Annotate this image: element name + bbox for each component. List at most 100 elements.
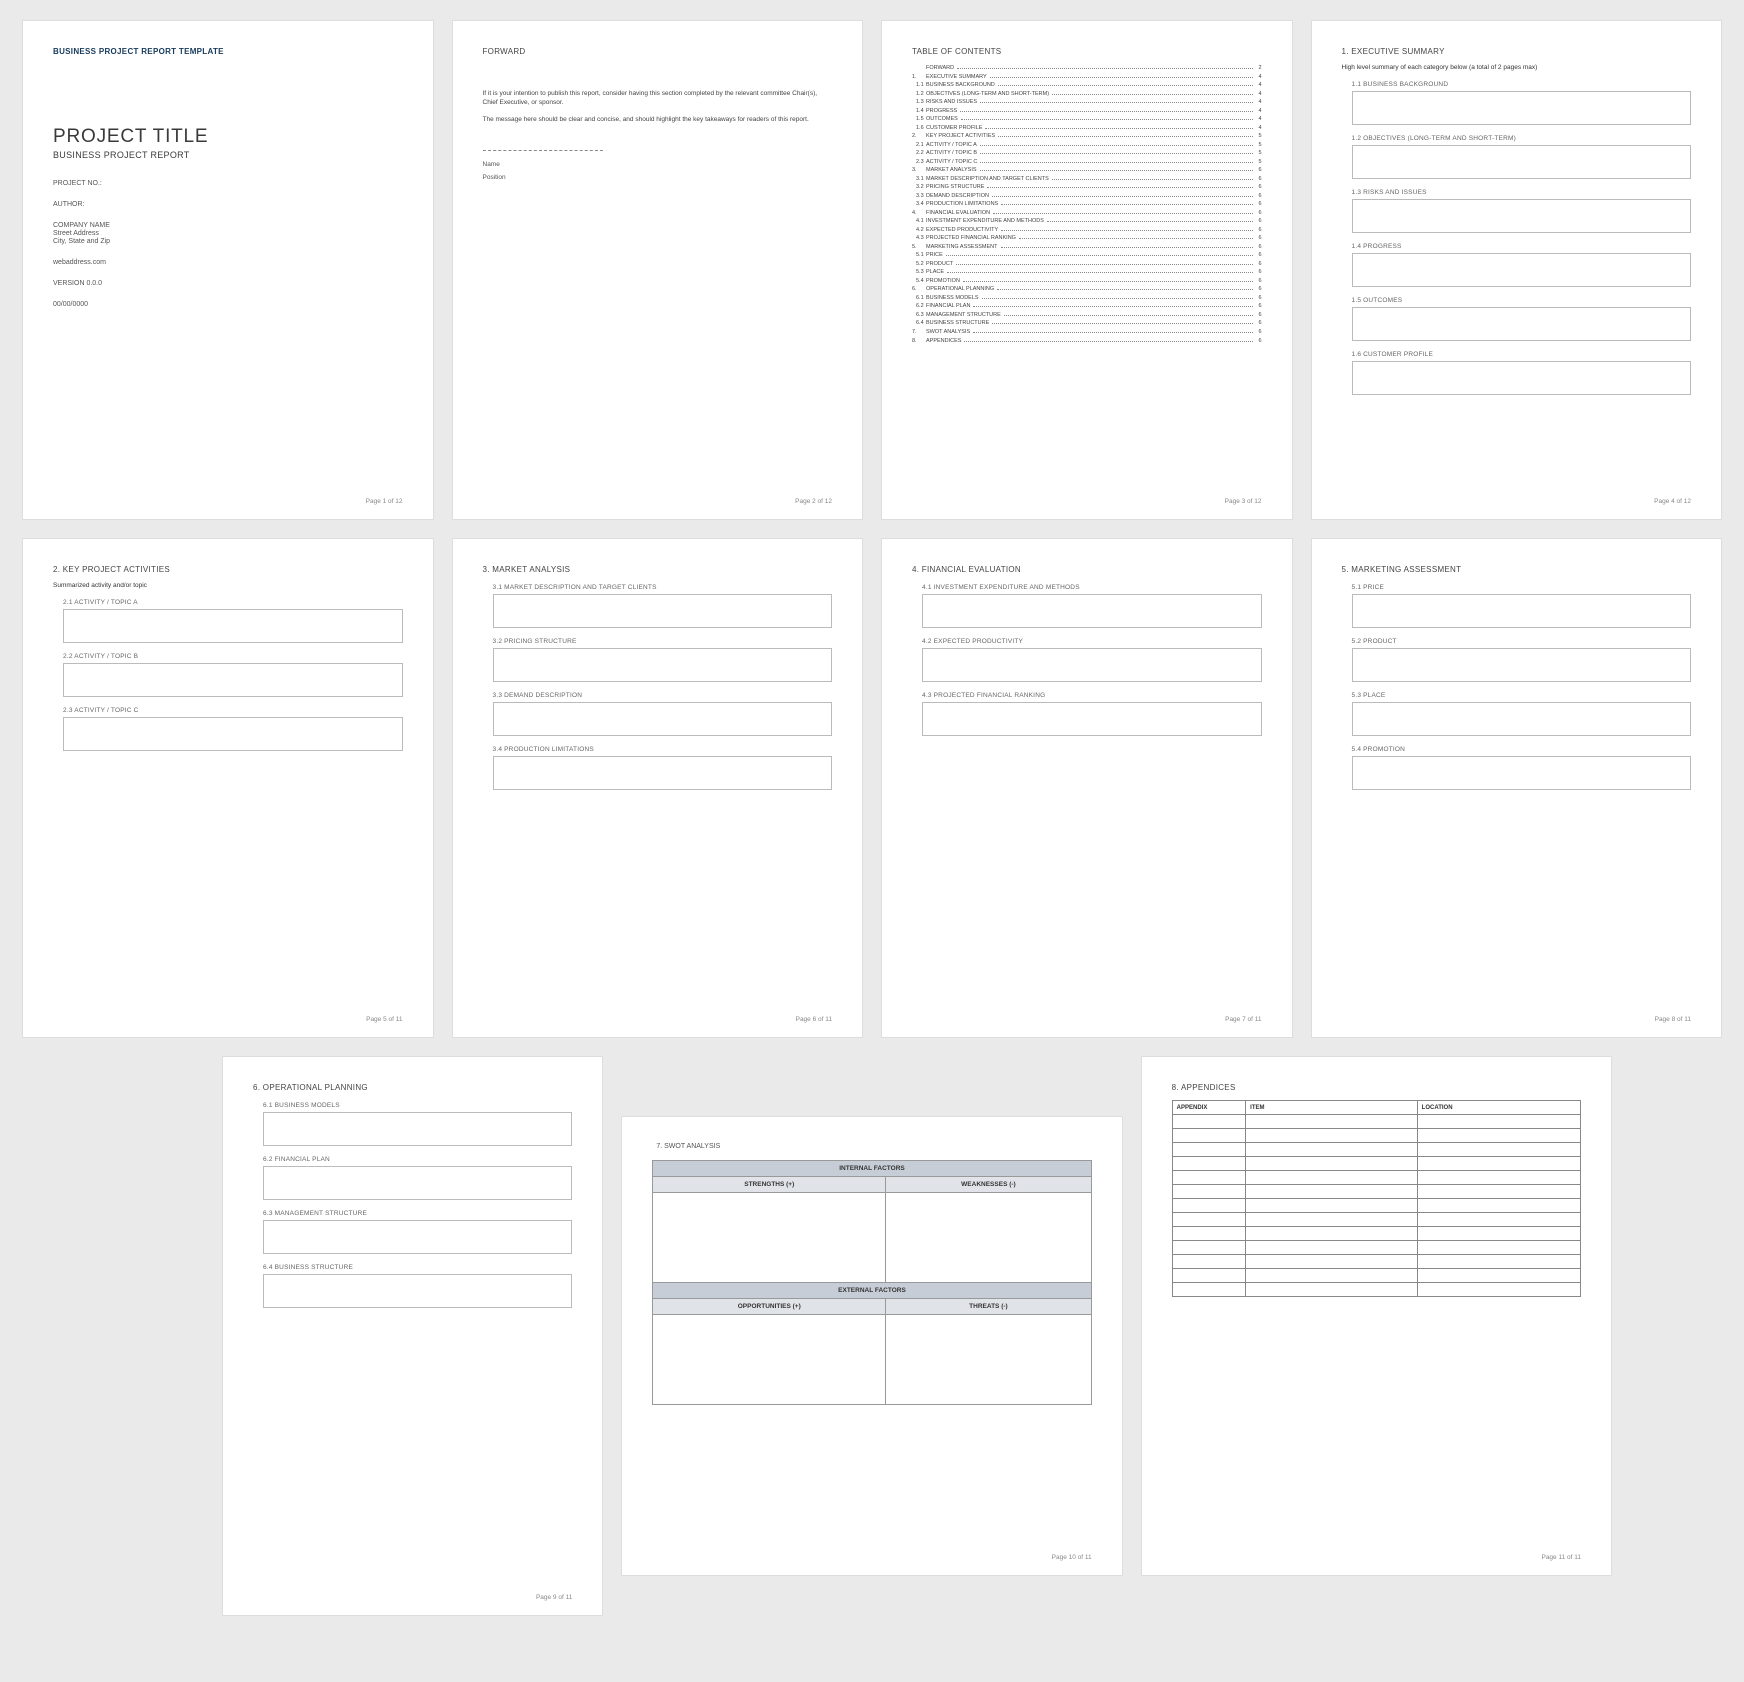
item-cell[interactable]	[1246, 1129, 1418, 1143]
input-field-box[interactable]	[1352, 361, 1692, 395]
input-field-box[interactable]	[1352, 253, 1692, 287]
appendix-cell[interactable]	[1172, 1269, 1246, 1283]
page-7: 4. FINANCIAL EVALUATION 4.1 INVESTMENT E…	[881, 538, 1293, 1038]
input-field-box[interactable]	[63, 609, 403, 643]
location-cell[interactable]	[1417, 1199, 1580, 1213]
page-5: 2. KEY PROJECT ACTIVITIES Summarized act…	[22, 538, 434, 1038]
location-cell[interactable]	[1417, 1269, 1580, 1283]
location-cell[interactable]	[1417, 1255, 1580, 1269]
marketing-assessment-heading: 5. MARKETING ASSESSMENT	[1342, 565, 1692, 574]
input-field-box[interactable]	[493, 756, 833, 790]
input-field-box[interactable]	[493, 702, 833, 736]
item-cell[interactable]	[1246, 1115, 1418, 1129]
item-cell[interactable]	[1246, 1255, 1418, 1269]
location-cell[interactable]	[1417, 1283, 1580, 1297]
input-field-box[interactable]	[1352, 91, 1692, 125]
input-field-box[interactable]	[263, 1112, 572, 1146]
appendix-cell[interactable]	[1172, 1143, 1246, 1157]
input-field-box[interactable]	[1352, 307, 1692, 341]
item-cell[interactable]	[1246, 1143, 1418, 1157]
input-field-box[interactable]	[1352, 199, 1692, 233]
toc-entry: 4.1INVESTMENT EXPENDITURE AND METHODS6	[912, 217, 1262, 226]
location-cell[interactable]	[1417, 1143, 1580, 1157]
location-cell[interactable]	[1417, 1171, 1580, 1185]
item-cell[interactable]	[1246, 1241, 1418, 1255]
location-cell[interactable]	[1417, 1185, 1580, 1199]
item-cell[interactable]	[1246, 1199, 1418, 1213]
swot-opportunities-cell[interactable]	[653, 1315, 886, 1405]
location-cell[interactable]	[1417, 1213, 1580, 1227]
toc-entry: 8.APPENDICES6	[912, 337, 1262, 346]
toc-entry: 2.3ACTIVITY / TOPIC C5	[912, 158, 1262, 167]
input-field-box[interactable]	[1352, 594, 1692, 628]
input-field-box[interactable]	[493, 594, 833, 628]
item-cell[interactable]	[1246, 1157, 1418, 1171]
appendix-cell[interactable]	[1172, 1255, 1246, 1269]
toc-entry: 6.2FINANCIAL PLAN6	[912, 302, 1262, 311]
location-cell[interactable]	[1417, 1227, 1580, 1241]
input-field-box[interactable]	[922, 702, 1262, 736]
input-field-box[interactable]	[63, 717, 403, 751]
swot-weaknesses-cell[interactable]	[886, 1193, 1091, 1283]
input-field-box[interactable]	[922, 648, 1262, 682]
table-row	[1172, 1241, 1580, 1255]
item-cell[interactable]	[1246, 1171, 1418, 1185]
subsection-label: 4.1 INVESTMENT EXPENDITURE AND METHODS	[922, 584, 1262, 591]
input-field-box[interactable]	[1352, 145, 1692, 179]
toc-entry: 3.3DEMAND DESCRIPTION6	[912, 192, 1262, 201]
appendix-cell[interactable]	[1172, 1129, 1246, 1143]
item-cell[interactable]	[1246, 1283, 1418, 1297]
toc-entry: 6.OPERATIONAL PLANNING6	[912, 285, 1262, 294]
subsection-label: 5.4 PROMOTION	[1352, 746, 1692, 753]
appendix-cell[interactable]	[1172, 1157, 1246, 1171]
appendix-cell[interactable]	[1172, 1171, 1246, 1185]
input-field-box[interactable]	[1352, 702, 1692, 736]
appendix-cell[interactable]	[1172, 1213, 1246, 1227]
page-footer: Page 5 of 11	[366, 1016, 402, 1023]
location-cell[interactable]	[1417, 1129, 1580, 1143]
input-field-box[interactable]	[63, 663, 403, 697]
appendix-cell[interactable]	[1172, 1241, 1246, 1255]
location-cell[interactable]	[1417, 1241, 1580, 1255]
exec-summary-fields: 1.1 BUSINESS BACKGROUND1.2 OBJECTIVES (L…	[1342, 81, 1692, 395]
subsection-label: 1.2 OBJECTIVES (LONG-TERM AND SHORT-TERM…	[1352, 135, 1692, 142]
input-field-box[interactable]	[1352, 648, 1692, 682]
swot-threats-cell[interactable]	[886, 1315, 1091, 1405]
table-row	[1172, 1129, 1580, 1143]
template-title: BUSINESS PROJECT REPORT TEMPLATE	[53, 47, 403, 56]
appendix-cell[interactable]	[1172, 1115, 1246, 1129]
toc-entry: 1.5OUTCOMES4	[912, 115, 1262, 124]
location-cell[interactable]	[1417, 1115, 1580, 1129]
input-field-box[interactable]	[263, 1274, 572, 1308]
table-row	[1172, 1115, 1580, 1129]
subsection-label: 4.3 PROJECTED FINANCIAL RANKING	[922, 692, 1262, 699]
input-field-box[interactable]	[922, 594, 1262, 628]
appendix-cell[interactable]	[1172, 1283, 1246, 1297]
item-cell[interactable]	[1246, 1213, 1418, 1227]
item-cell[interactable]	[1246, 1227, 1418, 1241]
appendix-cell[interactable]	[1172, 1227, 1246, 1241]
appendix-col-header: APPENDIX	[1172, 1101, 1246, 1115]
table-row	[1172, 1227, 1580, 1241]
appendix-cell[interactable]	[1172, 1199, 1246, 1213]
location-cell[interactable]	[1417, 1157, 1580, 1171]
input-field-box[interactable]	[1352, 756, 1692, 790]
subsection-label: 2.2 ACTIVITY / TOPIC B	[63, 653, 403, 660]
input-field-box[interactable]	[263, 1166, 572, 1200]
toc-entry: 2.KEY PROJECT ACTIVITIES5	[912, 132, 1262, 141]
table-row	[1172, 1143, 1580, 1157]
appendix-cell[interactable]	[1172, 1185, 1246, 1199]
swot-strengths-header: STRENGTHS (+)	[653, 1177, 886, 1193]
swot-strengths-cell[interactable]	[653, 1193, 886, 1283]
input-field-box[interactable]	[493, 648, 833, 682]
toc-heading: TABLE OF CONTENTS	[912, 47, 1262, 56]
subsection-label: 4.2 EXPECTED PRODUCTIVITY	[922, 638, 1262, 645]
subsection-label: 6.3 MANAGEMENT STRUCTURE	[263, 1210, 572, 1217]
item-cell[interactable]	[1246, 1269, 1418, 1283]
toc-entry: 7.SWOT ANALYSIS6	[912, 328, 1262, 337]
item-cell[interactable]	[1246, 1185, 1418, 1199]
key-activities-note: Summarized activity and/or topic	[53, 582, 403, 589]
city-state-zip: City, State and Zip	[53, 238, 403, 245]
subsection-label: 1.3 RISKS AND ISSUES	[1352, 189, 1692, 196]
input-field-box[interactable]	[263, 1220, 572, 1254]
